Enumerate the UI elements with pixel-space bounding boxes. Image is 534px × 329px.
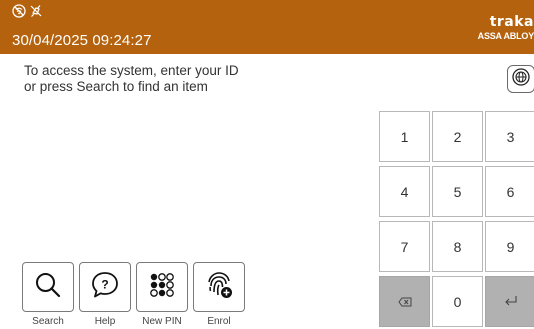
instruction-line-2: or press Search to find an item <box>24 79 208 94</box>
help-button[interactable]: ? <box>79 262 131 312</box>
status-icons <box>12 4 43 18</box>
search-icon <box>33 270 63 305</box>
search-action: Search <box>22 262 76 329</box>
enter-icon <box>504 294 518 310</box>
backspace-key[interactable] <box>379 276 430 327</box>
key-2[interactable]: 2 <box>432 111 483 162</box>
instruction-text: To access the system, enter your ID or p… <box>24 63 324 95</box>
network-off-icon <box>12 4 26 18</box>
enrol-label: Enrol <box>207 316 231 327</box>
backspace-icon <box>397 294 412 310</box>
instruction-line-1: To access the system, enter your ID <box>24 63 239 78</box>
svg-text:?: ? <box>101 277 108 291</box>
key-7[interactable]: 7 <box>379 221 430 272</box>
logo-subtext: ASSA ABLOY <box>477 31 534 41</box>
enrol-action: Enrol <box>193 262 247 329</box>
new-pin-action: New PIN <box>136 262 190 329</box>
power-off-icon <box>29 4 43 18</box>
datetime-display: 30/04/2025 09:24:27 <box>12 32 152 49</box>
new-pin-button[interactable] <box>136 262 188 312</box>
key-3[interactable]: 3 <box>485 111 534 162</box>
key-1[interactable]: 1 <box>379 111 430 162</box>
key-0[interactable]: 0 <box>432 276 483 327</box>
key-9[interactable]: 9 <box>485 221 534 272</box>
language-button[interactable] <box>507 65 534 93</box>
enrol-button[interactable] <box>193 262 245 312</box>
fingerprint-add-icon <box>204 270 234 305</box>
logo-wordmark: traka <box>489 14 534 30</box>
numeric-keypad: 1 2 3 4 5 6 7 8 9 0 <box>379 111 534 329</box>
key-8[interactable]: 8 <box>432 221 483 272</box>
help-action: ? Help <box>79 262 133 329</box>
search-button[interactable] <box>22 262 74 312</box>
key-6[interactable]: 6 <box>485 166 534 217</box>
pin-grid-icon <box>147 270 177 305</box>
help-icon: ? <box>90 270 120 305</box>
enter-key[interactable] <box>485 276 534 327</box>
traka-logo: traka ASSA ABLOY <box>478 14 534 46</box>
header-bar: 30/04/2025 09:24:27 traka ASSA ABLOY <box>0 0 534 54</box>
globe-icon <box>511 67 531 92</box>
key-4[interactable]: 4 <box>379 166 430 217</box>
key-5[interactable]: 5 <box>432 166 483 217</box>
